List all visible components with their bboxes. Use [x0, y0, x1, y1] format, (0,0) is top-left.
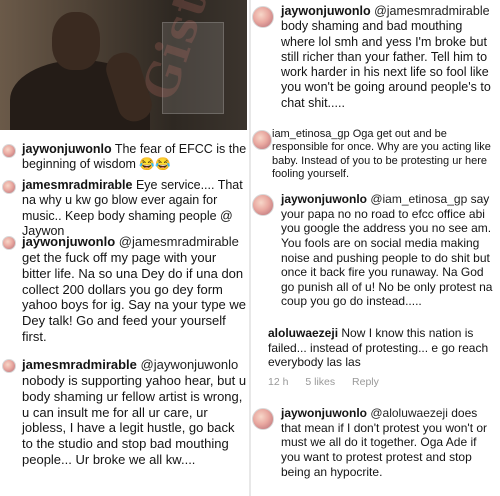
comment-text: say your papa no no road to efcc office …	[281, 192, 493, 309]
avatar[interactable]	[252, 408, 274, 430]
mention-link[interactable]: @iam_etinosa_gp	[367, 192, 467, 206]
avatar[interactable]	[2, 236, 16, 250]
comment-likes[interactable]: 5 likes	[305, 376, 335, 388]
comment-username[interactable]: aloluwaezeji	[268, 326, 338, 340]
comment-username[interactable]: jaywonjuwonlo	[22, 234, 115, 249]
panel-divider	[249, 0, 251, 496]
mention-link[interactable]: @jamesmradmirable	[371, 4, 490, 18]
comment-username[interactable]: jaywonjuwonlo	[281, 4, 371, 18]
avatar[interactable]	[2, 144, 16, 158]
comment-meta: 12 h 5 likes Reply	[268, 376, 393, 388]
comment-username[interactable]: jamesmradmirable	[22, 178, 132, 192]
avatar[interactable]	[252, 130, 272, 150]
profile-photo	[0, 0, 247, 130]
avatar[interactable]	[252, 194, 274, 216]
mention-link[interactable]: @jaywonjuwonlo	[137, 357, 239, 372]
comment-username[interactable]: jaywonjuwonlo	[22, 142, 112, 156]
mention-link[interactable]: @jamesmradmirable	[115, 234, 239, 249]
avatar[interactable]	[2, 180, 16, 194]
comment-username[interactable]: jamesmradmirable	[22, 357, 137, 372]
comment-text: nobody is supporting yahoo hear, but u b…	[22, 372, 247, 468]
comment-text: get the fuck off my page with your bitte…	[22, 249, 247, 345]
comment-time: 12 h	[268, 376, 289, 388]
comment-username[interactable]: iam_etinosa_gp	[272, 128, 350, 140]
comment-username[interactable]: jaywonjuwonlo	[281, 406, 367, 420]
screenshot-collage: jaywonjuwonlo The fear of EFCC is the be…	[0, 0, 500, 496]
comment-username[interactable]: jaywonjuwonlo	[281, 192, 367, 206]
reply-button[interactable]: Reply	[352, 376, 379, 388]
comment-text: body shaming and bad mouthing where lol …	[281, 19, 491, 110]
avatar[interactable]	[252, 6, 274, 28]
avatar[interactable]	[2, 359, 16, 373]
mention-link[interactable]: @aloluwaezeji	[367, 406, 448, 420]
